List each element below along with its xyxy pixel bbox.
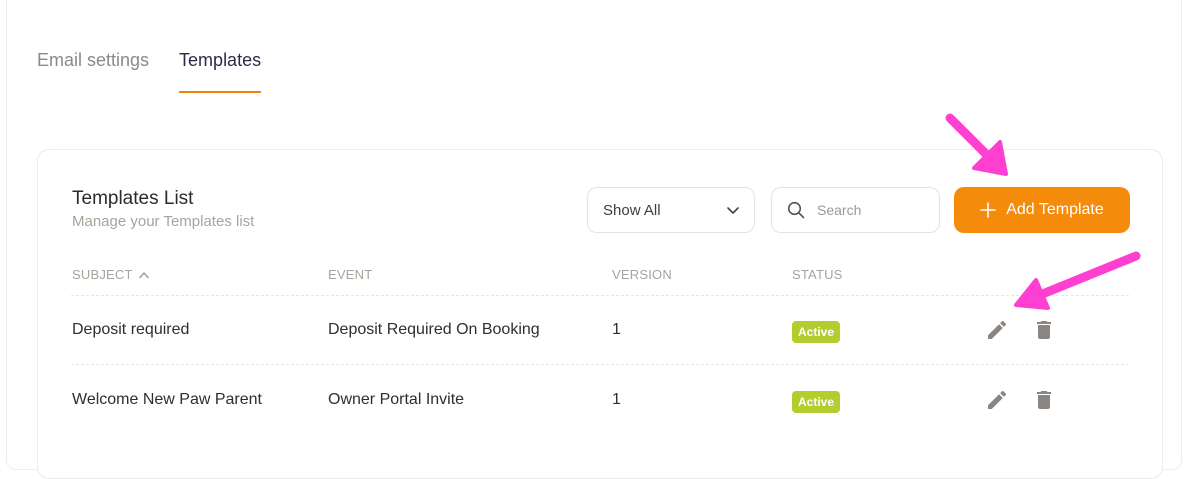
row-version: 1: [612, 321, 621, 338]
row-divider: [71, 364, 1129, 365]
chevron-down-icon: [727, 207, 739, 214]
templates-card: Templates List Manage your Templates lis…: [37, 149, 1163, 479]
trash-icon: [1037, 321, 1051, 339]
edit-button[interactable]: [985, 318, 1009, 342]
card-subtitle: Manage your Templates list: [72, 213, 255, 230]
filter-select[interactable]: Show All: [587, 187, 755, 233]
pencil-icon: [988, 320, 1007, 339]
column-header-version: VERSION: [612, 267, 672, 282]
tab-templates[interactable]: Templates: [179, 48, 262, 93]
add-template-button[interactable]: Add Template: [954, 187, 1130, 233]
plus-icon: [980, 202, 997, 218]
column-header-subject-label: SUBJECT: [72, 267, 133, 282]
column-header-event: EVENT: [328, 267, 373, 282]
status-badge: Active: [792, 391, 841, 413]
delete-button[interactable]: [1032, 318, 1056, 342]
trash-icon: [1037, 391, 1051, 409]
row-subject: Welcome New Paw Parent: [72, 391, 262, 408]
row-event: Owner Portal Invite: [328, 391, 465, 408]
status-badge: Active: [792, 321, 841, 343]
column-header-status: STATUS: [792, 267, 843, 282]
search-input[interactable]: [815, 201, 929, 219]
row-subject: Deposit required: [72, 321, 190, 338]
sort-ascending-icon: [138, 271, 149, 278]
search-icon: [787, 201, 805, 219]
pencil-icon: [988, 390, 1007, 409]
header-divider: [71, 295, 1129, 296]
add-template-label: Add Template: [1006, 201, 1104, 218]
delete-button[interactable]: [1032, 388, 1056, 412]
edit-button[interactable]: [985, 388, 1009, 412]
row-version: 1: [612, 391, 621, 408]
card-title: Templates List: [72, 188, 194, 209]
tab-bar: Email settings Templates: [37, 48, 262, 94]
filter-select-value: Show All: [603, 201, 661, 219]
search-box[interactable]: [771, 187, 940, 233]
row-event: Deposit Required On Booking: [328, 321, 540, 338]
column-header-subject[interactable]: SUBJECT: [72, 267, 149, 282]
tab-email-settings[interactable]: Email settings: [37, 48, 149, 92]
